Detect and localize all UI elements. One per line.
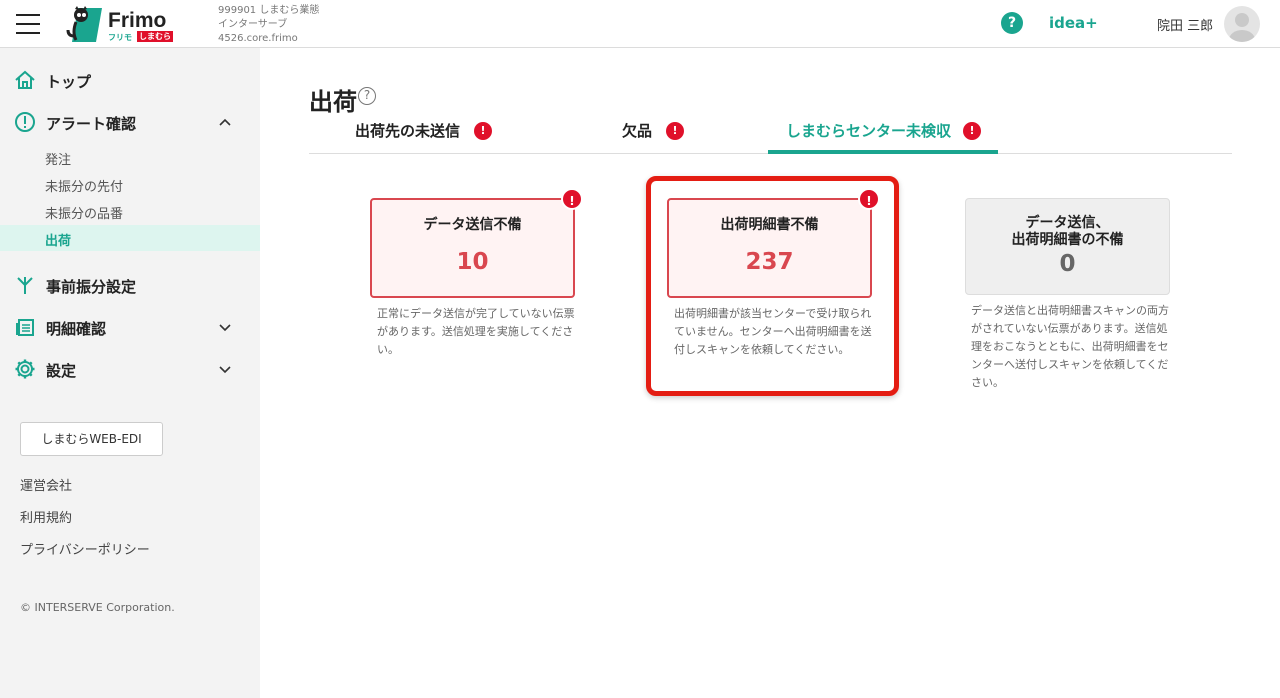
web-edi-button[interactable]: しまむらWEB-EDI [20,422,163,456]
card-shipping-slip-failure[interactable]: 出荷明細書不備 237 [667,198,872,298]
chevron-down-icon [219,366,231,374]
user-name[interactable]: 院田 三郎 [1157,15,1213,34]
sidebar-item-alert[interactable]: アラート確認 [0,107,260,137]
sidebar-item-settings[interactable]: 設定 [0,354,260,384]
idea-plus-link[interactable]: idea+ [1049,14,1098,32]
avatar-icon[interactable] [1224,6,1260,42]
alert-circle-icon [15,112,35,132]
sidebar-item-label: 明細確認 [46,320,107,338]
company-link[interactable]: 運営会社 [20,475,72,494]
alert-icon: ! [474,121,493,140]
tenant-line-3: 4526.core.frimo [218,33,298,44]
card-count: 0 [1059,251,1076,277]
sidebar-sub-unassigned-item[interactable]: 未振分の品番 [0,198,260,224]
gear-icon [15,359,35,379]
app-header: Frimo フリモ しまむら 999901 しまむら業態 インターサーブ 452… [0,0,1280,48]
logo-sub-brand: しまむら [137,31,173,42]
card-data-send-failure[interactable]: データ送信不備 10 [370,198,575,298]
card-count: 10 [456,249,489,275]
sidebar-sub-label: 未振分の先付 [45,180,124,195]
copyright: © INTERSERVE Corporation. [20,601,175,614]
sidebar-sub-label: 発注 [45,153,72,168]
sidebar: トップ アラート確認 発注 未振分の先付 未振分の品番 出荷 事前振分設定 明細… [0,48,260,698]
sidebar-item-label: トップ [46,73,92,91]
branch-icon [17,277,33,294]
alert-icon: ! [963,121,982,140]
tab-center-uninspected[interactable]: しまむらセンター未検収! [786,120,982,152]
home-icon [15,70,35,89]
tab-label: しまむらセンター未検収 [786,122,952,140]
chevron-up-icon [219,118,231,126]
sidebar-item-top[interactable]: トップ [0,65,260,95]
logo-text: Frimo [108,9,167,32]
card-both-failure[interactable]: データ送信、 出荷明細書の不備 0 [965,198,1170,295]
sidebar-sub-order[interactable]: 発注 [0,144,260,170]
frimo-logo[interactable]: Frimo フリモ しまむら [64,6,174,44]
tenant-line-2: インターサーブ [218,19,288,30]
tenant-line-1: 999901 しまむら業態 [218,5,320,16]
card-title-line-1: データ送信、 [1025,215,1110,231]
logo-sub-kana: フリモ [108,33,132,42]
cat-logo-icon [66,6,102,42]
card-title: 出荷明細書不備 [720,217,819,233]
card-title-line-2: 出荷明細書の不備 [1011,232,1124,248]
document-list-icon [16,319,34,336]
active-tab-indicator [768,150,998,154]
page-title: 出荷 [309,88,357,116]
tab-label: 欠品 [622,122,653,140]
tab-shortage[interactable]: 欠品! [622,120,685,152]
tenant-info: 999901 しまむら業態 インターサーブ 4526.core.frimo [218,4,319,46]
sidebar-sub-shipping[interactable]: 出荷 [0,225,260,251]
sidebar-item-detail[interactable]: 明細確認 [0,312,260,342]
chevron-down-icon [219,324,231,332]
sidebar-sub-label: 未振分の品番 [45,207,124,222]
sidebar-sub-label: 出荷 [45,234,72,249]
alert-icon: ! [858,188,880,210]
alert-icon: ! [561,188,583,210]
tab-unsent-destination[interactable]: 出荷先の未送信! [355,120,493,152]
privacy-link[interactable]: プライバシーポリシー [20,539,150,558]
hamburger-menu-icon[interactable] [16,14,40,34]
tab-label: 出荷先の未送信 [355,122,461,140]
question-circle-icon[interactable]: ? [358,87,376,105]
card-description: データ送信と出荷明細書スキャンの両方がされていない伝票があります。送信処理をおこ… [971,304,1169,389]
card-description: 出荷明細書が該当センターで受け取られていません。センターへ出荷明細書を送付しスキ… [674,307,872,356]
card-title: データ送信不備 [423,217,522,233]
card-description: 正常にデータ送信が完了していない伝票があります。送信処理を実施してください。 [377,307,575,356]
sidebar-sub-unassigned-advance[interactable]: 未振分の先付 [0,171,260,197]
help-icon[interactable]: ? [1001,12,1023,34]
sidebar-item-label: アラート確認 [46,115,137,133]
card-count: 237 [745,249,794,275]
alert-icon: ! [666,121,685,140]
sidebar-item-label: 事前振分設定 [46,278,137,296]
sidebar-item-label: 設定 [46,362,77,380]
sidebar-item-preassign[interactable]: 事前振分設定 [0,270,260,300]
terms-link[interactable]: 利用規約 [20,507,72,526]
